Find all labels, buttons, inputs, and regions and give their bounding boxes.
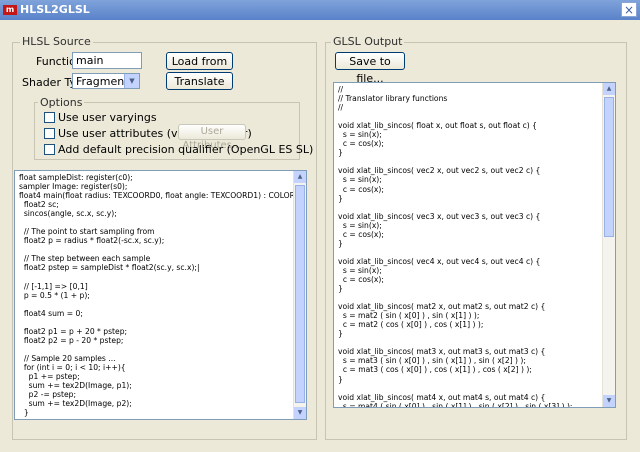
function-input[interactable]: main xyxy=(72,52,142,69)
app-icon: m xyxy=(3,5,17,15)
glsl-code-output[interactable]: // // Translator library functions // vo… xyxy=(333,82,616,408)
user-attributes-button[interactable]: User Attributes... xyxy=(178,124,246,151)
load-from-file-button[interactable]: Load from file... xyxy=(166,52,233,85)
shader-type-value: Fragment xyxy=(76,75,129,88)
glsl-scroll-thumb[interactable] xyxy=(604,97,614,237)
options-label: Options xyxy=(38,96,85,109)
hlsl-scrollbar[interactable]: ▲ ▼ xyxy=(293,171,306,419)
shader-type-select[interactable]: Fragment ▼ xyxy=(72,73,140,89)
precision-qualifier-checkbox[interactable] xyxy=(44,144,55,155)
save-to-file-button[interactable]: Save to file... xyxy=(335,52,405,85)
title-bar: m HLSL2GLSL × xyxy=(0,0,640,20)
scroll-down-icon[interactable]: ▼ xyxy=(294,407,306,419)
glsl-code-text: // // Translator library functions // vo… xyxy=(338,85,573,408)
user-varyings-label: Use user varyings xyxy=(58,111,157,124)
scroll-up-icon[interactable]: ▲ xyxy=(603,83,615,95)
chevron-down-icon[interactable]: ▼ xyxy=(124,74,139,88)
glsl-scrollbar[interactable]: ▲ ▼ xyxy=(602,83,615,407)
user-attributes-checkbox[interactable] xyxy=(44,128,55,139)
hlsl-code-editor[interactable]: float sampleDist: register(c0); sampler … xyxy=(14,170,307,420)
scroll-up-icon[interactable]: ▲ xyxy=(294,171,306,183)
window-title: HLSL2GLSL xyxy=(20,3,90,16)
glsl-output-label: GLSL Output xyxy=(331,35,405,48)
hlsl-code-text: float sampleDist: register(c0); sampler … xyxy=(19,173,302,418)
precision-qualifier-label: Add default precision qualifier (OpenGL … xyxy=(58,143,314,156)
close-button[interactable]: × xyxy=(621,2,637,17)
hlsl-source-label: HLSL Source xyxy=(20,35,93,48)
translate-button[interactable]: Translate xyxy=(166,72,233,90)
scroll-down-icon[interactable]: ▼ xyxy=(603,395,615,407)
hlsl-scroll-thumb[interactable] xyxy=(295,185,305,403)
user-varyings-checkbox[interactable] xyxy=(44,112,55,123)
